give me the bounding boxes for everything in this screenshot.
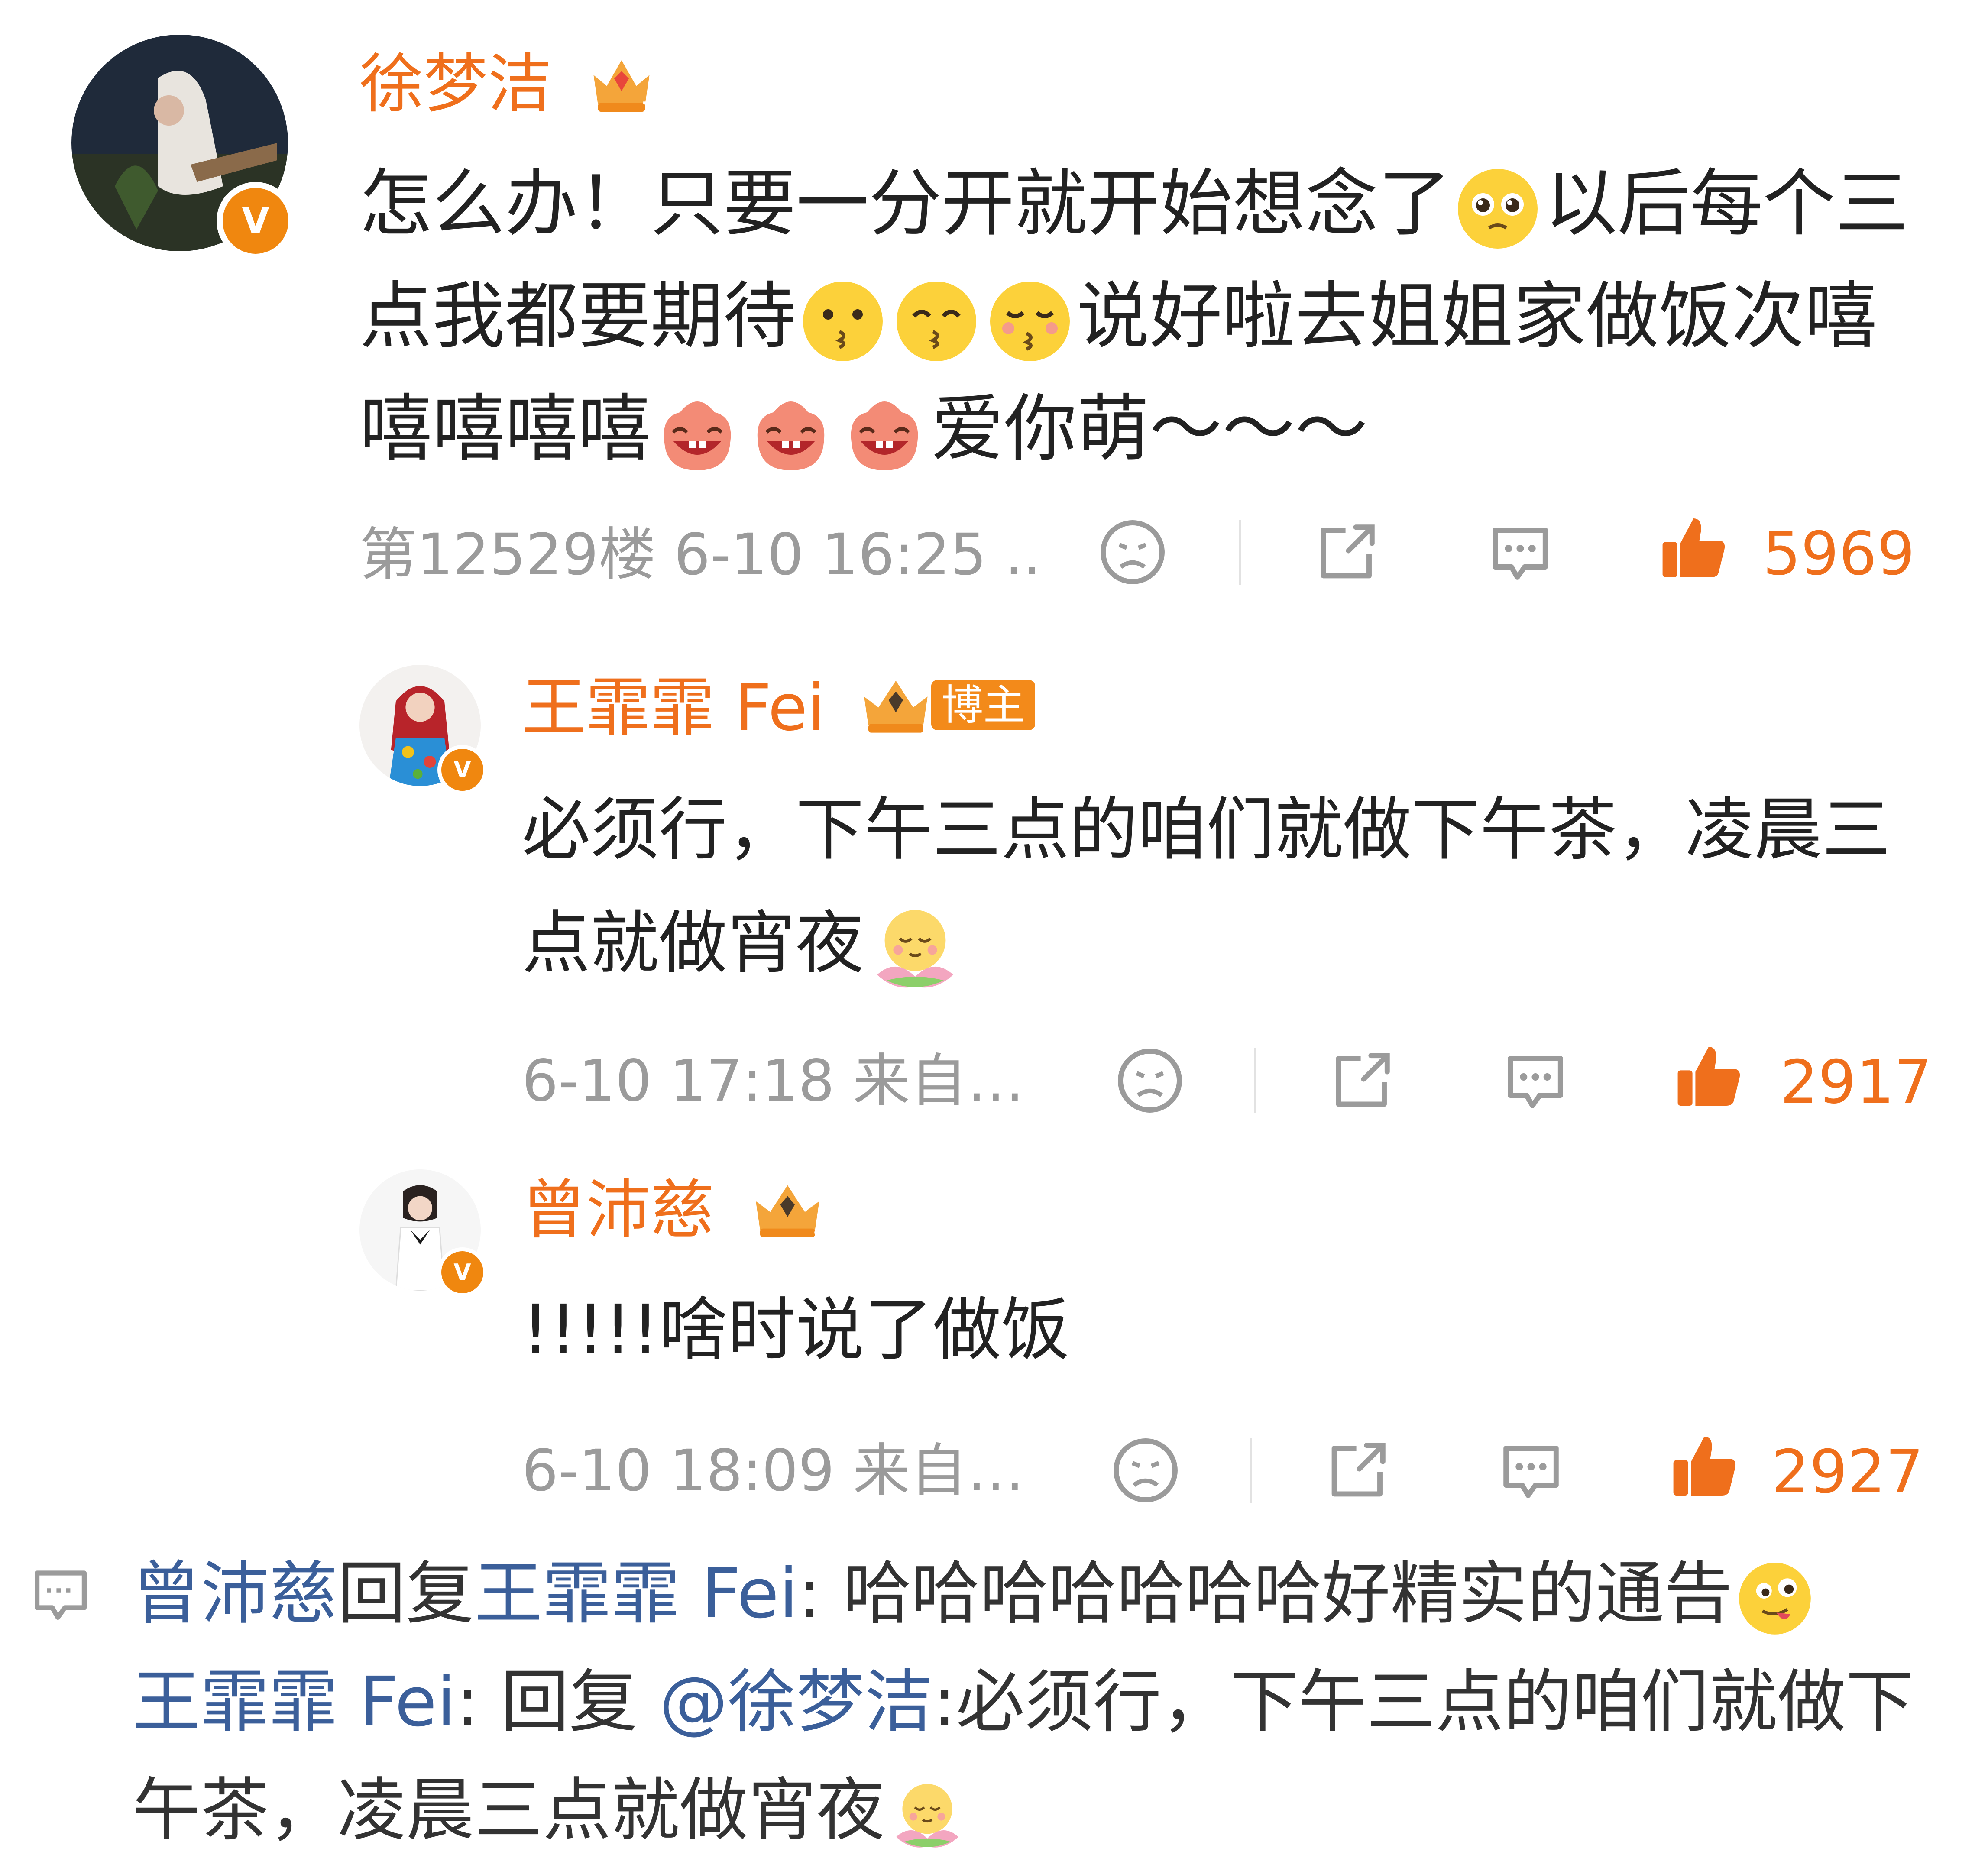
like-count: 2927 <box>1771 1437 1924 1507</box>
comment-icon[interactable] <box>1494 1434 1568 1507</box>
like-icon[interactable] <box>1672 1039 1745 1113</box>
reply-username[interactable]: 王霏霏 Fei <box>522 676 825 740</box>
thread-user[interactable]: 曾沛慈 <box>132 1554 337 1634</box>
thread-line-1[interactable]: 曾沛慈回复王霏霏 Fei: 哈哈哈哈哈哈哈好精实的通告 <box>132 1540 1934 1648</box>
divider <box>1239 520 1241 585</box>
thread-target-user[interactable]: 王霏霏 Fei <box>474 1554 798 1634</box>
reply-time-source: 6-10 18:09 来自… <box>522 1437 1024 1504</box>
dislike-icon[interactable] <box>1113 1044 1187 1117</box>
crown-level-icon: 7 <box>585 45 658 119</box>
reply-username[interactable]: 曾沛慈 <box>522 1178 714 1242</box>
like-count: 2917 <box>1780 1047 1933 1117</box>
lotus-face-emoji <box>888 1776 966 1854</box>
comment-username[interactable]: 徐梦洁 <box>359 52 552 116</box>
laughing-creature-emoji <box>654 391 741 477</box>
kissing-smiling-eyes-emoji <box>893 278 980 365</box>
verified-badge: V <box>437 745 487 795</box>
divider <box>1250 1438 1252 1503</box>
svg-text:9: 9 <box>813 1225 825 1244</box>
tongue-face-emoji <box>1736 1560 1814 1638</box>
like-count: 5969 <box>1763 519 1915 589</box>
verified-badge: V <box>437 1247 487 1297</box>
kissing-closed-eyes-emoji <box>987 278 1073 365</box>
share-icon[interactable] <box>1325 1044 1399 1117</box>
verified-badge: V <box>217 182 295 260</box>
share-icon[interactable] <box>1310 515 1384 589</box>
like-icon[interactable] <box>1657 511 1730 585</box>
thread-line-2[interactable]: 王霏霏 Fei: 回复 @徐梦洁:必须行，下午三点的咱们就做下午茶，凌晨三点就做… <box>132 1648 1921 1865</box>
crown-level-icon: 9 <box>855 667 942 741</box>
kissing-face-emoji <box>800 278 886 365</box>
dislike-icon[interactable] <box>1109 1434 1182 1507</box>
thread-comment-icon <box>26 1559 95 1628</box>
laughing-creature-emoji <box>841 391 928 477</box>
comment-text: 怎么办！只要一分开就开始想念了 以后每个三点我都要期待 说好啦去姐姐家做饭次嘻嘻嘻嘻… <box>359 147 1927 485</box>
lotus-face-emoji <box>868 900 963 996</box>
like-icon[interactable] <box>1667 1429 1741 1503</box>
comment-floor-time: 第12529楼 6-10 16:25 .. <box>359 521 1041 588</box>
teary-face-emoji <box>1454 165 1541 252</box>
thread-user[interactable]: 王霏霏 Fei <box>132 1662 456 1742</box>
reply-text: !!!!!啥时说了做饭 <box>522 1290 1070 1370</box>
reply-text: 必须行，下午三点的咱们就做下午茶，凌晨三点就做宵夜 <box>522 773 1908 1000</box>
divider <box>1254 1048 1256 1113</box>
laughing-creature-emoji <box>748 391 834 477</box>
blogger-tag: 博主 <box>931 680 1035 730</box>
share-icon[interactable] <box>1321 1434 1395 1507</box>
reply-time-source: 6-10 17:18 来自… <box>522 1048 1024 1114</box>
comment-icon[interactable] <box>1483 515 1557 589</box>
dislike-icon[interactable] <box>1096 515 1169 589</box>
mention-link[interactable]: @徐梦洁 <box>659 1662 933 1742</box>
thread-preview[interactable]: 曾沛慈回复王霏霏 Fei: 哈哈哈哈哈哈哈好精实的通告 王霏霏 Fei: 回复 … <box>132 1540 1934 1865</box>
svg-text:7: 7 <box>642 98 654 117</box>
crown-level-icon: 9 <box>747 1172 834 1245</box>
comment-icon[interactable] <box>1499 1044 1572 1117</box>
